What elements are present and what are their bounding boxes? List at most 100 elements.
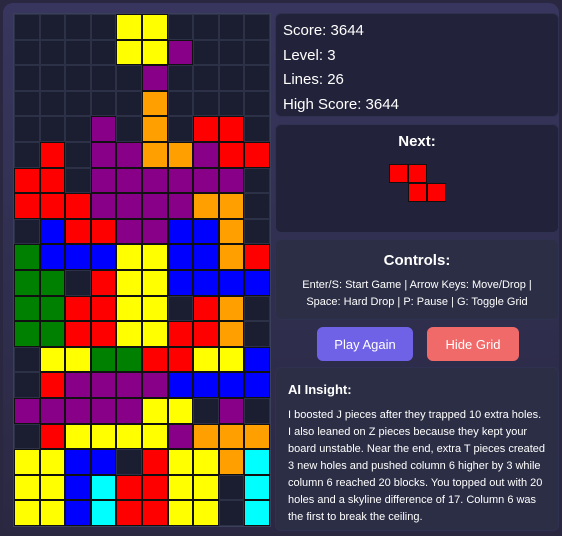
board-cell-block [218, 167, 245, 194]
board-cell-block [193, 218, 219, 245]
board-cell-empty [193, 90, 219, 117]
board-cell-block [14, 474, 40, 501]
board-cell-block [141, 14, 168, 40]
board-cell-empty [14, 65, 40, 91]
board-cell-empty [39, 90, 66, 117]
board-cell-block [116, 295, 142, 322]
board-cell-empty [65, 90, 91, 117]
next-cell-block [408, 164, 427, 183]
board-cell-block [141, 269, 168, 296]
board-cell-block [167, 397, 194, 424]
board-cell-block [14, 269, 40, 296]
high-score-display: High Score: 3644 [283, 95, 399, 113]
board-cell-block [141, 90, 168, 117]
board-cell-block [244, 269, 270, 296]
controls-title: Controls: [383, 252, 451, 269]
board-cell-block [141, 218, 168, 245]
board-cell-block [39, 372, 66, 398]
board-cell-block [141, 321, 168, 347]
board-cell-empty [244, 397, 270, 424]
play-again-button[interactable]: Play Again [317, 327, 413, 361]
board-cell-block [167, 500, 194, 526]
board-grid [14, 14, 270, 526]
board-cell-block [90, 397, 117, 424]
board-cell-empty [244, 167, 270, 194]
board-cell-empty [65, 141, 91, 168]
board-cell-block [65, 500, 91, 526]
board-cell-empty [193, 14, 219, 40]
board-cell-block [193, 116, 219, 142]
board-cell-empty [14, 14, 40, 40]
board-cell-block [167, 372, 194, 398]
hide-grid-button[interactable]: Hide Grid [427, 327, 519, 361]
board-cell-block [141, 116, 168, 142]
board-cell-block [116, 269, 142, 296]
board-cell-block [193, 474, 219, 501]
board-cell-block [39, 167, 66, 194]
board-cell-empty [116, 449, 142, 475]
board-cell-block [116, 218, 142, 245]
board-cell-block [167, 346, 194, 373]
board-cell-block [116, 372, 142, 398]
board-cell-block [65, 295, 91, 322]
board-cell-block [14, 321, 40, 347]
board-cell-block [167, 449, 194, 475]
board-cell-block [90, 167, 117, 194]
board-cell-block [218, 423, 245, 450]
board-cell-block [90, 474, 117, 501]
board-cell-empty [65, 167, 91, 194]
board-cell-block [116, 423, 142, 450]
ai-insight-text: I boosted J pieces after they trapped 10… [288, 409, 546, 523]
board-cell-block [141, 397, 168, 424]
board-cell-block [65, 321, 91, 347]
board-cell-empty [244, 39, 270, 66]
board-cell-block [167, 218, 194, 245]
board-cell-block [116, 39, 142, 66]
board-cell-block [193, 269, 219, 296]
next-piece-title: Next: [398, 133, 436, 150]
board-cell-block [141, 193, 168, 219]
board-cell-block [193, 141, 219, 168]
board-cell-block [218, 397, 245, 424]
game-board[interactable] [13, 13, 271, 527]
board-cell-block [65, 449, 91, 475]
board-cell-block [167, 39, 194, 66]
board-cell-block [193, 167, 219, 194]
board-cell-block [193, 193, 219, 219]
board-cell-block [141, 167, 168, 194]
ai-insight-panel: AI Insight: I boosted J pieces after the… [275, 367, 559, 531]
board-cell-block [65, 474, 91, 501]
board-cell-block [90, 116, 117, 142]
board-cell-block [244, 449, 270, 475]
board-cell-block [116, 346, 142, 373]
board-cell-block [141, 474, 168, 501]
next-cell-block [427, 183, 446, 202]
board-cell-block [167, 474, 194, 501]
board-cell-block [90, 193, 117, 219]
board-cell-empty [218, 65, 245, 91]
board-cell-block [244, 474, 270, 501]
board-cell-empty [14, 423, 40, 450]
board-cell-block [167, 269, 194, 296]
board-cell-empty [244, 14, 270, 40]
board-cell-empty [218, 14, 245, 40]
board-cell-block [90, 269, 117, 296]
board-cell-block [116, 14, 142, 40]
board-cell-block [65, 397, 91, 424]
next-cell-empty [427, 164, 446, 183]
board-cell-block [167, 244, 194, 270]
board-cell-block [193, 295, 219, 322]
board-cell-block [39, 397, 66, 424]
lines-display: Lines: 26 [283, 71, 344, 88]
board-cell-block [65, 423, 91, 450]
board-cell-block [244, 423, 270, 450]
board-cell-empty [39, 39, 66, 66]
board-cell-block [218, 449, 245, 475]
board-cell-empty [167, 90, 194, 117]
board-cell-empty [14, 346, 40, 373]
board-cell-block [39, 449, 66, 475]
board-cell-block [218, 116, 245, 142]
board-cell-block [39, 500, 66, 526]
board-cell-empty [65, 269, 91, 296]
board-cell-block [90, 372, 117, 398]
